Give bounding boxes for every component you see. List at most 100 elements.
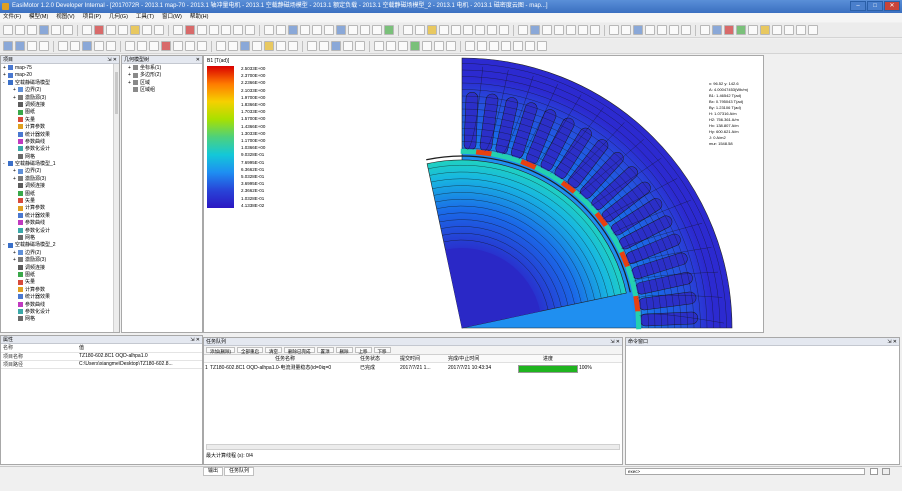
secondary-tool-button-23[interactable] [288,41,298,51]
main-tool-button-42[interactable] [530,25,540,35]
pin-icon[interactable]: ✕ [196,56,200,64]
pin-icon[interactable]: ⇲ ✕ [190,336,200,344]
geometry-tree-item[interactable]: + 坐标系(1) [124,65,200,72]
tree-item[interactable]: 统计器效果 [3,294,112,301]
main-tool-button-60[interactable] [760,25,770,35]
main-tool-button-62[interactable] [784,25,794,35]
tree-item[interactable]: - 空载静磁场模型 [3,80,112,87]
scrollbar-thumb[interactable] [115,72,118,114]
secondary-tool-button-28[interactable] [355,41,365,51]
main-tool-button-51[interactable] [645,25,655,35]
main-tool-button-7[interactable] [82,25,92,35]
task-toolbar-button[interactable]: 删除 [335,347,353,354]
main-tool-button-19[interactable] [233,25,243,35]
menu-geometry[interactable]: 几何(G) [109,13,128,22]
tree-item[interactable]: 图纸 [3,272,112,279]
main-tool-button-64[interactable] [808,25,818,35]
main-tool-button-53[interactable] [669,25,679,35]
secondary-tool-button-29[interactable] [374,41,384,51]
command-input[interactable]: exec> [625,468,865,475]
main-tool-button-12[interactable] [142,25,152,35]
main-tool-button-38[interactable] [475,25,485,35]
tree-item[interactable]: 网格 [3,154,112,161]
secondary-tool-button-7[interactable] [82,41,92,51]
main-tool-button-37[interactable] [463,25,473,35]
secondary-tool-button-6[interactable] [70,41,80,51]
task-row[interactable]: 1 TZ180-602.8C1 OQD-alhpa1.0-电流测量稳态(id=0… [204,363,622,374]
menu-tools[interactable]: 工具(T) [136,13,154,22]
menu-view[interactable]: 视图(V) [56,13,74,22]
main-tool-button-2[interactable] [15,25,25,35]
tree-item[interactable]: + 边界(2) [3,87,112,94]
main-tool-button-43[interactable] [542,25,552,35]
menu-window[interactable]: 窗口(W) [162,13,182,22]
main-tool-button-30[interactable] [372,25,382,35]
tree-item[interactable]: 图纸 [3,109,112,116]
project-scrollbar[interactable] [113,64,119,332]
main-tool-button-11[interactable] [130,25,140,35]
secondary-tool-button-36[interactable] [465,41,475,51]
main-tool-button-10[interactable] [118,25,128,35]
secondary-tool-button-22[interactable] [276,41,286,51]
properties-row[interactable]: 项目名称 TZ180-602.8C1 OQD-alhpa1.0 [1,352,202,361]
tree-item[interactable]: 图纸 [3,191,112,198]
pin-icon[interactable]: ⇲ ✕ [107,56,117,64]
main-tool-button-40[interactable] [499,25,509,35]
main-tool-button-9[interactable] [106,25,116,35]
main-tool-button-52[interactable] [657,25,667,35]
geometry-tree-item[interactable]: 区域组 [124,87,200,94]
properties-row[interactable]: 项目路径 C:\Users\xiangme\Desktop\TZ180-602.… [1,360,202,369]
geometry-tree-item[interactable]: + 多边形(2) [124,72,200,79]
secondary-tool-button-35[interactable] [446,41,456,51]
maximize-button[interactable]: □ [867,1,883,11]
secondary-tool-button-42[interactable] [537,41,547,51]
tree-item[interactable]: + 激励源(3) [3,95,112,102]
command-run-icon[interactable] [870,468,878,475]
main-tool-button-54[interactable] [681,25,691,35]
task-toolbar-button[interactable]: 置顶 [316,347,334,354]
command-clear-icon[interactable] [882,468,890,475]
menu-project[interactable]: 项目(P) [83,13,101,22]
main-tool-button-41[interactable] [518,25,528,35]
main-tool-button-21[interactable] [264,25,274,35]
tree-item[interactable]: 统计器效果 [3,213,112,220]
close-button[interactable]: ✕ [884,1,900,11]
secondary-tool-button-5[interactable] [58,41,68,51]
secondary-tool-button-33[interactable] [422,41,432,51]
main-tool-button-13[interactable] [154,25,164,35]
secondary-tool-button-15[interactable] [185,41,195,51]
task-toolbar-button[interactable]: 清空 [265,347,282,354]
tab-task-queue[interactable]: 任务队列 [224,467,255,476]
main-tool-button-59[interactable] [748,25,758,35]
secondary-tool-button-31[interactable] [398,41,408,51]
secondary-tool-button-13[interactable] [161,41,171,51]
secondary-tool-button-39[interactable] [501,41,511,51]
tree-item[interactable]: 调频连接 [3,265,112,272]
tree-item[interactable]: 参数曲线 [3,302,112,309]
main-tool-button-47[interactable] [590,25,600,35]
secondary-tool-button-14[interactable] [173,41,183,51]
main-tool-button-32[interactable] [403,25,413,35]
main-tool-button-39[interactable] [487,25,497,35]
secondary-tool-button-12[interactable] [149,41,159,51]
main-tool-button-63[interactable] [796,25,806,35]
tasks-hscrollbar[interactable] [206,444,620,450]
tree-item[interactable]: + 边界(2) [3,168,112,175]
tree-item[interactable]: 矢量 [3,117,112,124]
main-tool-button-27[interactable] [336,25,346,35]
main-tool-button-58[interactable] [736,25,746,35]
main-tool-button-29[interactable] [360,25,370,35]
secondary-tool-button-11[interactable] [137,41,147,51]
pin-icon[interactable]: ⇲ ✕ [610,338,620,346]
secondary-tool-button-8[interactable] [94,41,104,51]
secondary-tool-button-41[interactable] [525,41,535,51]
minimize-button[interactable]: – [850,1,866,11]
tree-item[interactable]: + map-75 [3,65,112,72]
main-tool-button-48[interactable] [609,25,619,35]
secondary-tool-button-17[interactable] [216,41,226,51]
menu-file[interactable]: 文件(F) [3,13,21,22]
main-tool-button-6[interactable] [63,25,73,35]
tree-item[interactable]: 参数曲线 [3,139,112,146]
task-toolbar-button[interactable]: 下移 [373,347,391,354]
main-tool-button-44[interactable] [554,25,564,35]
